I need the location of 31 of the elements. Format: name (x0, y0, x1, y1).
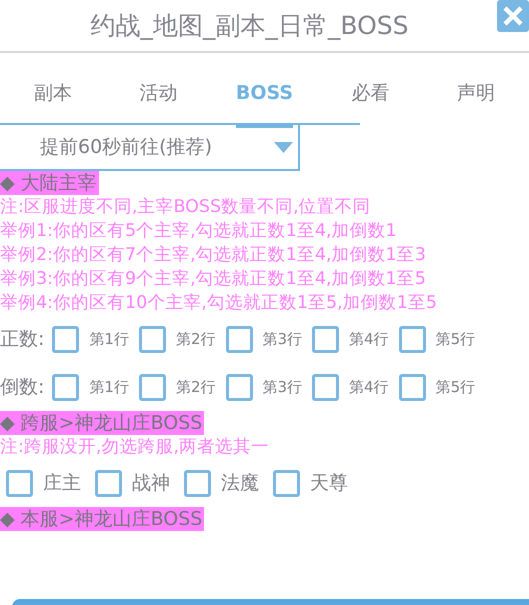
checkbox-label: 天尊 (310, 471, 348, 496)
checkbox-label: 第1行 (89, 378, 129, 396)
tab[interactable]: 活动 (106, 53, 212, 125)
checkbox-label: 第1行 (89, 330, 129, 348)
tab[interactable]: 副本 (0, 53, 106, 125)
section-heading: ◆ 本服>神龙山庄BOSS (0, 507, 204, 531)
checkbox-label: 法魔 (221, 471, 259, 496)
note-text: 举例1:你的区有5个主宰,勾选就正数1至4,加倒数1 (0, 220, 397, 243)
note-text: 举例3:你的区有9个主宰,勾选就正数1至4,加倒数1至5 (0, 268, 426, 291)
row-label: 正数: (0, 327, 44, 352)
section-heading: ◆ 大陆主宰 (0, 171, 99, 195)
checkbox-label: 第2行 (176, 330, 216, 348)
checkbox-label: 第4行 (349, 330, 389, 348)
note-text: 举例4:你的区有10个主宰,勾选就正数1至5,加倒数1至5 (0, 292, 437, 315)
checkbox-label: 第5行 (436, 330, 476, 348)
tab[interactable]: BOSS (212, 53, 318, 125)
row-label: 倒数: (0, 375, 44, 400)
checkbox-label: 第5行 (436, 378, 476, 396)
tab[interactable]: 必看 (317, 53, 424, 125)
note-text: 举例2:你的区有7个主宰,勾选就正数1至4,加倒数1至3 (0, 244, 426, 267)
note-text: 注:跨服没开,勿选跨服,两者选其一 (0, 436, 270, 459)
section-heading: ◆ 跨服>神龙山庄BOSS (0, 411, 204, 435)
note-text: 注:区服进度不同,主宰BOSS数量不同,位置不同 (0, 196, 371, 219)
checkbox-label: 第3行 (262, 378, 302, 396)
checkbox-label: 战神 (132, 471, 170, 496)
tab[interactable]: 声明 (423, 53, 529, 125)
checkbox-label: 第4行 (349, 378, 389, 396)
window-title: 约战_地图_副本_日常_BOSS (90, 10, 410, 42)
checkbox-label: 第2行 (176, 378, 216, 396)
checkbox-label: 第3行 (262, 330, 302, 348)
checkbox-label: 庄主 (43, 471, 81, 496)
